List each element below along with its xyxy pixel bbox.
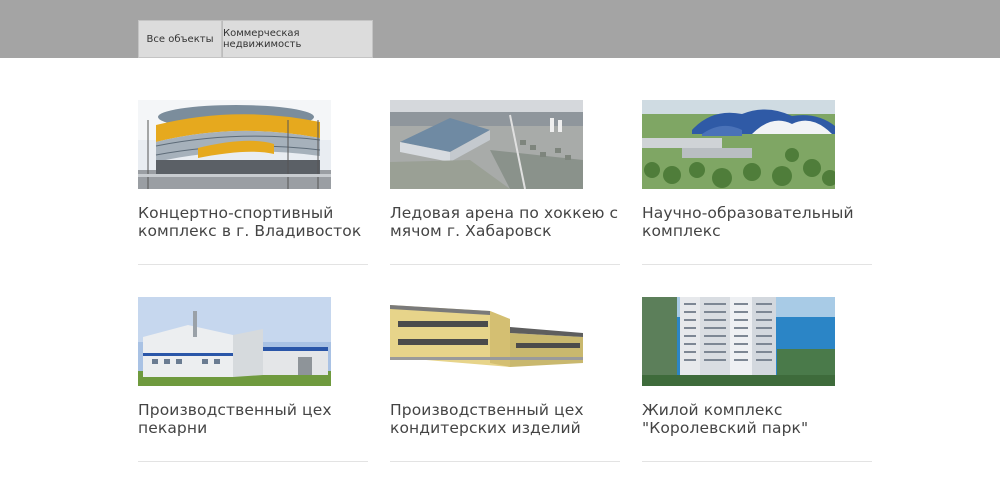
card-divider xyxy=(138,461,368,462)
project-card-concert-sports-complex[interactable]: Концертно-спортивный комплекс в г. Влади… xyxy=(138,100,368,265)
project-photo-residential xyxy=(642,297,835,386)
filter-tabs: Все объекты Коммерческая недвижимость xyxy=(138,20,373,58)
project-title: Концертно-спортивный комплекс в г. Влади… xyxy=(138,204,362,240)
card-divider xyxy=(138,264,368,265)
project-card-bakery-workshop[interactable]: Производственный цех пекарни xyxy=(138,297,368,462)
tab-commercial-real-estate[interactable]: Коммерческая недвижимость xyxy=(222,20,373,58)
card-divider xyxy=(390,461,620,462)
project-card-ice-arena[interactable]: Ледовая арена по хоккею с мячом г. Хабар… xyxy=(390,100,620,265)
project-card-confectionery-workshop[interactable]: Производственный цех кондитерских издели… xyxy=(390,297,620,462)
project-photo-bakery xyxy=(138,297,331,386)
project-photo-ice-arena xyxy=(390,100,583,189)
project-photo-science-complex xyxy=(642,100,835,189)
project-title: Научно-образовательный комплекс xyxy=(642,204,854,240)
top-filter-bar: Все объекты Коммерческая недвижимость xyxy=(0,0,1000,58)
project-title: Ледовая арена по хоккею с мячом г. Хабар… xyxy=(390,204,619,240)
card-divider xyxy=(390,264,620,265)
project-card-residential-complex[interactable]: Жилой комплекс "Королевский парк" xyxy=(642,297,872,462)
project-card-science-education-complex[interactable]: Научно-образовательный комплекс xyxy=(642,100,872,265)
project-title: Производственный цех пекарни xyxy=(138,401,332,437)
tab-all-objects[interactable]: Все объекты xyxy=(138,20,222,58)
card-divider xyxy=(642,264,872,265)
project-title: Производственный цех кондитерских издели… xyxy=(390,401,584,437)
project-photo-confectionery xyxy=(390,297,583,386)
project-photo-arena xyxy=(138,100,331,189)
project-title: Жилой комплекс "Королевский парк" xyxy=(642,401,809,437)
projects-grid: Концертно-спортивный комплекс в г. Влади… xyxy=(0,58,1000,485)
card-divider xyxy=(642,461,872,462)
